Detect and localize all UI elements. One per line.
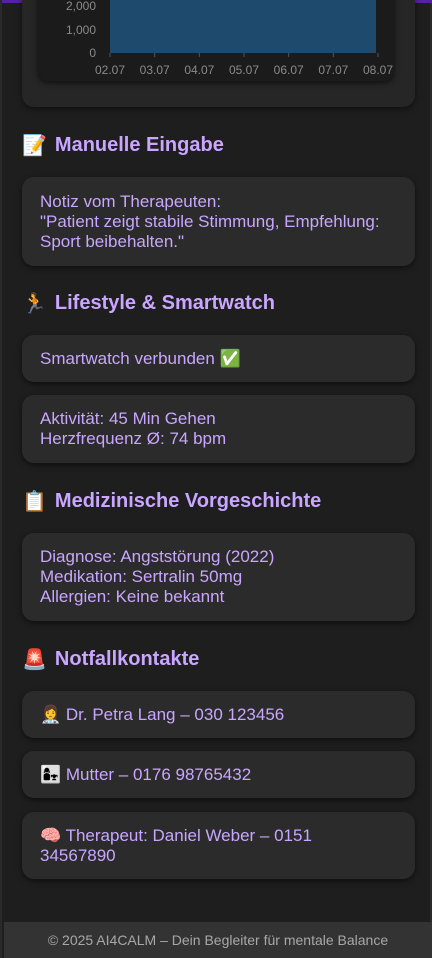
section-title-history: 📋 Medizinische Vorgeschichte	[22, 489, 321, 514]
siren-icon: 🚨	[22, 649, 47, 671]
medication-text: Medikation: Sertralin 50mg	[40, 567, 243, 586]
y-tick-label: 2,000	[66, 0, 96, 13]
therapist-note-card: Notiz vom Therapeuten: "Patient zeigt st…	[22, 177, 415, 266]
x-tick-label: 03.07	[140, 63, 170, 77]
contact-therapist-line-1: 🧠 Therapeut: Daniel Weber – 0151	[40, 825, 312, 845]
contact-therapist-line-2: 34567890	[40, 845, 116, 865]
section-title-lifestyle: 🏃 Lifestyle & Smartwatch	[22, 291, 275, 316]
section-title-emergency-label: Notfallkontakte	[54, 648, 200, 670]
chart-card: 0 1,000 2,000 02.07 03.07 04.07 05.07 06.07 07.0…	[22, 0, 415, 107]
x-tick-label: 08.07	[363, 63, 393, 77]
x-tick-label: 02.07	[95, 63, 125, 77]
note-line-3: Sport beibehalten."	[40, 231, 185, 251]
diagnosis-text: Diagnose: Angststörung (2022)	[40, 547, 275, 566]
y-tick-label: 1,000	[66, 23, 96, 37]
smartwatch-status: Smartwatch verbunden ✅	[40, 348, 241, 368]
memo-icon: 📝	[22, 135, 47, 157]
runner-icon: 🏃	[22, 293, 47, 315]
heartrate-text: Herzfrequenz Ø: 74 bpm	[40, 429, 227, 448]
section-title-emergency: 🚨 Notfallkontakte	[22, 647, 199, 672]
note-line-2: "Patient zeigt stabile Stimmung, Empfehl…	[40, 211, 380, 231]
smartwatch-status-card[interactable]: Smartwatch verbunden ✅	[22, 335, 415, 382]
section-title-manual: 📝 Manuelle Eingabe	[22, 133, 224, 158]
chart-container: 0 1,000 2,000 02.07 03.07 04.07 05.07 06.07 07.0…	[38, 0, 394, 81]
section-title-manual-label: Manuelle Eingabe	[54, 134, 224, 156]
x-tick-label: 04.07	[184, 63, 214, 77]
contact-card-doctor[interactable]: 👩‍⚕️ Dr. Petra Lang – 030 123456	[22, 691, 415, 738]
section-title-lifestyle-label: Lifestyle & Smartwatch	[54, 292, 275, 314]
allergies-text: Allergien: Keine bekannt	[40, 587, 225, 606]
y-tick-label: 0	[89, 46, 96, 60]
bar-chart: 0 1,000 2,000 02.07 03.07 04.07 05.07 06.07 07.0…	[66, 0, 393, 77]
contact-doctor-text: 👩‍⚕️ Dr. Petra Lang – 030 123456	[40, 704, 285, 724]
chart-bars-area	[110, 0, 376, 53]
clipboard-icon: 📋	[22, 491, 47, 513]
footer: © 2025 AI4CALM – Dein Begleiter für ment…	[4, 922, 432, 958]
activity-card: Aktivität: 45 Min Gehen Herzfrequenz Ø: …	[22, 395, 415, 463]
contact-card-mother[interactable]: 👩‍👧 Mutter – 0176 98765432	[22, 751, 415, 798]
x-tick-label: 05.07	[229, 63, 259, 77]
medical-history-card: Diagnose: Angststörung (2022) Medikation…	[22, 533, 415, 621]
note-line-1: Notiz vom Therapeuten:	[40, 191, 222, 211]
x-tick-label: 06.07	[274, 63, 304, 77]
contact-card-therapist[interactable]: 🧠 Therapeut: Daniel Weber – 0151 3456789…	[22, 812, 415, 879]
contact-mother-text: 👩‍👧 Mutter – 0176 98765432	[40, 764, 252, 784]
app-window: 0 1,000 2,000 02.07 03.07 04.07 05.07 06.07 07.0…	[0, 0, 432, 958]
activity-text: Aktivität: 45 Min Gehen	[40, 409, 216, 428]
x-tick-label: 07.07	[318, 63, 348, 77]
footer-text: © 2025 AI4CALM – Dein Begleiter für ment…	[47, 932, 389, 948]
section-title-history-label: Medizinische Vorgeschichte	[54, 490, 322, 512]
